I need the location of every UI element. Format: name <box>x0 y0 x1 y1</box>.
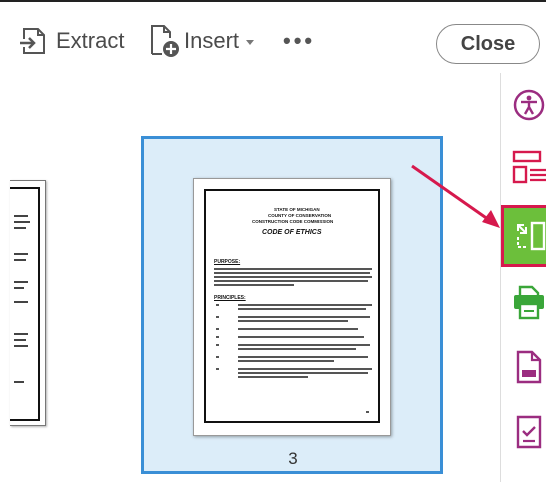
doc-title-line: STATE OF MICHIGAN <box>274 207 320 212</box>
doc-text-line <box>214 268 372 270</box>
page-text-line <box>14 253 28 255</box>
print-production-icon[interactable] <box>512 285 546 320</box>
page-text-line <box>14 221 30 223</box>
doc-text-line <box>238 308 366 310</box>
doc-text-line <box>238 348 356 350</box>
page-text-line <box>14 281 28 283</box>
checklist-icon[interactable] <box>512 415 546 449</box>
close-button[interactable]: Close <box>436 24 540 64</box>
doc-text-line <box>214 280 368 282</box>
doc-text-line <box>238 368 372 370</box>
doc-text-line <box>238 372 368 374</box>
insert-page-icon <box>151 25 179 57</box>
page-text-line <box>14 287 24 289</box>
chevron-down-icon <box>246 40 255 45</box>
export-pdf-icon[interactable] <box>512 350 546 384</box>
doc-bullet <box>216 344 219 346</box>
doc-text-line <box>238 304 372 306</box>
doc-section-principles: PRINCIPLES: <box>214 295 246 301</box>
doc-heading: CODE OF ETHICS <box>262 229 322 236</box>
doc-bullet <box>216 336 219 338</box>
doc-text-line <box>238 376 308 378</box>
doc-title-line: COUNTY OF CONSERVATION <box>268 213 332 218</box>
page-text-line <box>14 345 28 347</box>
doc-bullet <box>216 304 219 306</box>
doc-section-purpose: PURPOSE: <box>214 259 241 265</box>
doc-text-line <box>238 356 368 358</box>
page-text-line <box>14 339 26 341</box>
extract-icon <box>20 28 45 54</box>
doc-bullet <box>216 316 219 318</box>
extract-button[interactable]: Extract <box>18 24 124 58</box>
more-tools-button[interactable]: ••• <box>283 24 315 58</box>
doc-bullet <box>216 356 219 358</box>
page-number-label: 3 <box>288 449 298 468</box>
previous-page-thumbnail[interactable] <box>10 180 46 426</box>
insert-button[interactable]: Insert <box>148 24 255 58</box>
accessibility-icon[interactable] <box>512 88 546 122</box>
doc-bullet <box>216 368 219 370</box>
page-border <box>204 189 380 423</box>
insert-label: Insert <box>184 28 240 53</box>
doc-bullet <box>216 328 219 330</box>
doc-text-line <box>214 276 372 278</box>
page-text-line <box>14 215 28 217</box>
page-text-line <box>14 227 26 229</box>
doc-title-line: CONSTRUCTION CODE COMMISSION <box>252 219 334 224</box>
toolbar: Extract Insert ••• Close <box>0 0 546 72</box>
page-text-line <box>14 381 24 383</box>
doc-text-line <box>214 272 370 274</box>
extract-label: Extract <box>56 28 125 53</box>
form-layout-icon[interactable] <box>512 150 546 184</box>
page-text-line <box>14 333 28 335</box>
organize-pages-icon <box>514 219 546 253</box>
doc-text-line <box>238 360 334 362</box>
doc-text-line <box>238 344 370 346</box>
doc-text-line <box>238 336 364 338</box>
page-thumbnail[interactable]: STATE OF MICHIGAN COUNTY OF CONSERVATION… <box>193 178 391 436</box>
doc-text-line <box>238 320 348 322</box>
doc-text-line <box>238 328 358 330</box>
doc-text-line <box>214 284 294 286</box>
doc-page-marker <box>366 411 369 413</box>
page-text-line <box>14 301 28 303</box>
doc-text-line <box>238 316 370 318</box>
page-text-line <box>14 259 26 261</box>
